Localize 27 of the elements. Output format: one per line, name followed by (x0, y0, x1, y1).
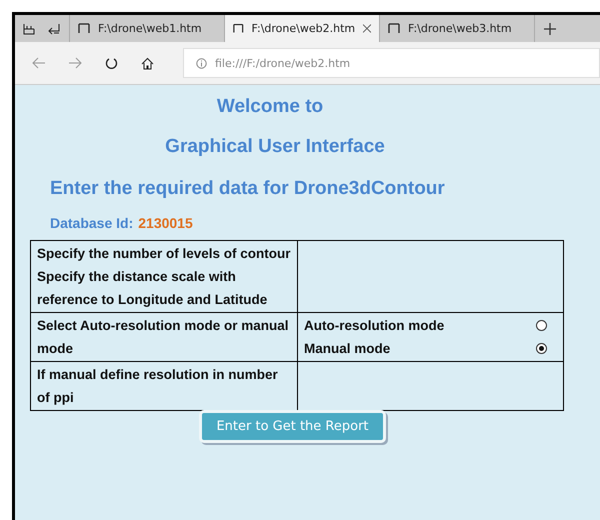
radio-button[interactable] (536, 343, 547, 354)
new-tab-icon[interactable] (544, 22, 556, 34)
home-icon[interactable] (140, 56, 154, 70)
database-label: Database Id: (50, 215, 134, 231)
field-label: Select Auto-resolution mode or manual mode (37, 317, 290, 358)
page-icon (233, 23, 244, 34)
welcome-heading: Welcome to (216, 95, 324, 119)
option-label: Auto-resolution mode (304, 317, 444, 335)
radio-button[interactable] (536, 320, 547, 331)
field-label: If manual define resolution in number of ppi (37, 366, 279, 407)
back-arrow-icon[interactable] (32, 57, 46, 69)
close-icon[interactable] (363, 24, 371, 33)
browser-tab[interactable]: F:\drone\web2.htm (225, 15, 380, 42)
form-heading: Enter the required data for Drone3dContour (50, 177, 446, 201)
forward-arrow-icon[interactable] (68, 57, 82, 69)
address-bar[interactable]: file:///F:/drone/web2.htm (183, 48, 600, 78)
back-tab-icon[interactable] (47, 22, 61, 34)
refresh-icon[interactable] (104, 56, 118, 70)
info-icon[interactable] (196, 58, 207, 68)
page-icon (78, 23, 90, 34)
page-title: Graphical User Interface (164, 135, 386, 159)
page-icon (388, 23, 400, 34)
tab-manager-icon[interactable] (23, 22, 35, 34)
field-label: Specify the distance scale with reference to Longitude and Latitude (37, 268, 268, 309)
database-id: 2130015 (138, 215, 193, 231)
option-label: Manual mode (304, 340, 390, 358)
field-label: Specify the number of levels of contour (37, 245, 291, 263)
